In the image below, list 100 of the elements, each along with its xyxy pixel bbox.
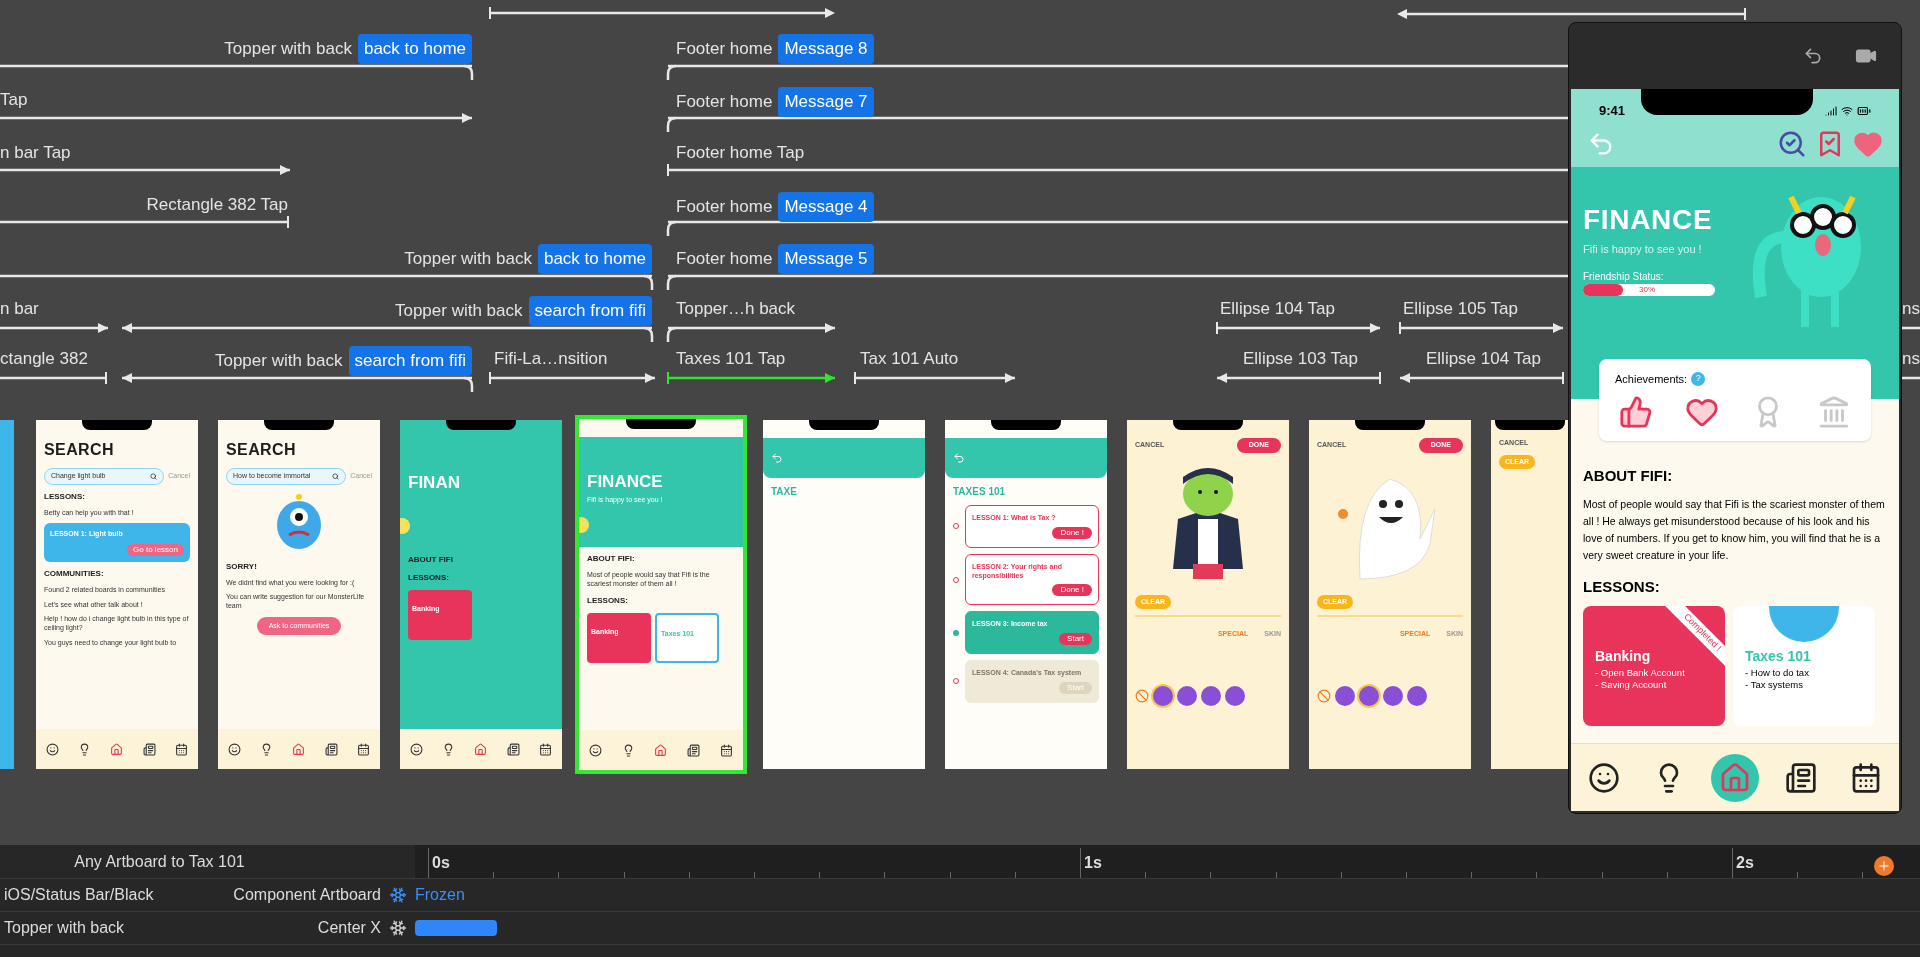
thumbs-up-icon[interactable] [1619, 395, 1653, 429]
newspaper-icon [1784, 761, 1817, 794]
wifi-icon [1841, 104, 1853, 117]
connector-label: Topper with back [404, 248, 532, 270]
house-icon[interactable] [474, 742, 488, 756]
calendar-icon[interactable] [720, 743, 734, 757]
connector-label: Footer home [676, 38, 773, 60]
connector-label: Fifi-La…nsition [494, 348, 608, 370]
connector-label: Tax 101 Auto [860, 348, 959, 370]
connector-arrow[interactable] [0, 323, 108, 333]
phone-notch [991, 420, 1061, 430]
smiley-face-icon[interactable] [409, 742, 423, 756]
interaction-tag: search from fifi [528, 296, 652, 326]
help-icon[interactable]: ? [1691, 371, 1706, 386]
connector-label: n bar [0, 298, 39, 320]
connector-label: Topper with back [224, 38, 352, 60]
connector-arrow[interactable] [666, 116, 1570, 132]
costume-swatch[interactable] [1201, 685, 1221, 706]
house-icon[interactable] [110, 742, 124, 756]
search-icon [150, 472, 158, 480]
snowflake-icon[interactable] [389, 886, 407, 904]
connector-label: Topper with back [214, 350, 343, 372]
connector-arrow[interactable] [0, 215, 289, 229]
connector-arrow[interactable] [1399, 321, 1563, 335]
connector-arrow[interactable] [1216, 321, 1380, 335]
about-paragraph: Most of people would say that Fifi is the scariest monster of them all ! He always get misunderstood because of his look and his love of numbers. If you get to know him, you will find that he is a very sweet creature in your life. [1583, 496, 1886, 563]
undo-icon[interactable] [1803, 46, 1823, 66]
connector-arrow[interactable] [122, 323, 654, 342]
lesson-status-button[interactable]: Done ! [1052, 526, 1092, 539]
screen-title: FINAN [408, 472, 461, 494]
calendar-icon[interactable] [357, 742, 371, 756]
connector-arrow[interactable] [0, 64, 474, 80]
connector-arrow[interactable] [854, 371, 1015, 385]
lesson-status-button[interactable]: Done ! [1052, 584, 1092, 597]
connector-arrow[interactable] [666, 274, 1570, 290]
costume-swatch[interactable] [1359, 685, 1379, 706]
status-time: 9:41 [1599, 102, 1626, 120]
artboard[interactable] [36, 420, 198, 769]
lesson-title: Banking [1595, 647, 1652, 666]
newspaper-icon[interactable] [142, 742, 156, 756]
connector-arrow[interactable] [1400, 371, 1564, 385]
connector-arrow[interactable] [0, 274, 654, 290]
interaction-tag: Message 8 [778, 34, 874, 64]
lesson-card[interactable]: Taxes 101 - How to do tax - Tax systems [1733, 606, 1875, 726]
snowflake-icon[interactable] [389, 919, 407, 937]
smiley-face-icon[interactable] [227, 742, 241, 756]
section-heading: LESSONS: [44, 490, 86, 503]
newspaper-icon[interactable] [506, 742, 520, 756]
connector-arrow[interactable] [667, 371, 835, 385]
go-to-lesson-button[interactable]: Go to lesson [127, 543, 184, 556]
achievements-label: Achievements: [1615, 371, 1688, 387]
connector-label: ns [1902, 348, 1920, 370]
house-icon[interactable] [654, 743, 668, 757]
interaction-tag: search from fifi [348, 346, 472, 376]
costume-swatch[interactable] [1407, 685, 1427, 706]
connector-label: n bar Tap [0, 142, 71, 164]
connector-arrow[interactable] [0, 371, 107, 385]
connector-arrow[interactable] [666, 64, 1570, 80]
screen-title: FINANCE [1583, 202, 1714, 237]
section-heading: LESSONS: [1583, 576, 1661, 597]
connector-arrow[interactable] [666, 220, 1570, 236]
lesson-topic: - Open Bank Account [1595, 667, 1686, 679]
connector-arrow[interactable] [0, 113, 472, 123]
connector-arrow[interactable] [0, 165, 290, 175]
connector-label: Topper…h back [676, 298, 796, 320]
connector-arrow[interactable] [489, 371, 655, 385]
connector-arrow[interactable] [666, 323, 835, 342]
lesson-status-button[interactable]: Start [1059, 633, 1092, 645]
smiley-face-icon[interactable] [588, 743, 602, 757]
section-heading: TAXE [771, 485, 798, 499]
connector-arrow[interactable] [1217, 371, 1381, 385]
section-heading: ABOUT FIFI: [1583, 466, 1674, 486]
phone-notch [264, 420, 334, 430]
section-heading: LESSONS: [408, 572, 450, 584]
artboard[interactable]: TAXE [763, 420, 925, 769]
connector-arrow[interactable] [122, 373, 474, 392]
house-icon[interactable] [292, 742, 306, 756]
house-tab[interactable] [1711, 753, 1759, 802]
costume-swatch[interactable] [1383, 685, 1403, 706]
connector-label: Taxes 101 Tap [676, 348, 786, 370]
search-icon [332, 472, 340, 480]
calendar-icon[interactable] [539, 742, 553, 756]
costume-swatch[interactable] [1225, 685, 1245, 706]
lesson-topic: - How to do tax [1745, 667, 1810, 679]
connector-arrow[interactable] [667, 163, 1570, 177]
newspaper-icon[interactable] [324, 742, 338, 756]
costume-swatch[interactable] [1335, 685, 1355, 706]
calendar-icon[interactable] [175, 742, 189, 756]
connector-label: Footer home Tap [676, 142, 805, 164]
smiley-face-icon[interactable] [45, 742, 59, 756]
property-name: Center X [317, 918, 381, 938]
costume-swatch[interactable] [1177, 685, 1197, 706]
interaction-tag: back to home [357, 34, 472, 64]
progress-reading: 30% [1639, 284, 1655, 296]
lesson-topic: - Tax systems [1745, 678, 1804, 691]
subtitle: Fifi is happy to see you ! [1583, 241, 1703, 257]
costume-swatch[interactable] [1153, 685, 1173, 706]
signal-icon [1825, 104, 1837, 117]
interaction-tag: back to home [537, 244, 652, 274]
newspaper-icon[interactable] [687, 743, 701, 757]
